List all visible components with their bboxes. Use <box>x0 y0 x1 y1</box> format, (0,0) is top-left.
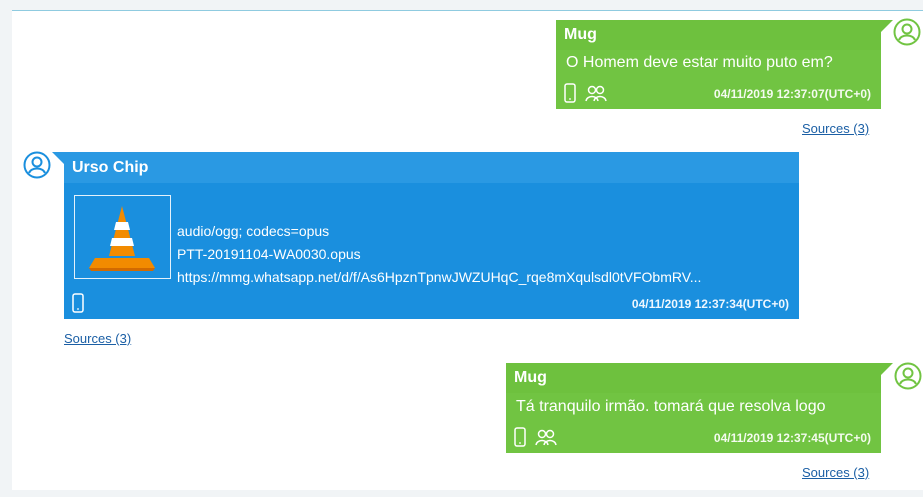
message-text: O Homem deve estar muito puto em? <box>566 54 833 71</box>
sources-link[interactable]: Sources (3) <box>64 331 131 346</box>
message-meta: 04/11/2019 12:37:07(UTC+0) <box>564 83 871 105</box>
message-bubble[interactable]: Mug O Homem deve estar muito puto em? 04… <box>556 20 881 109</box>
message-text: Tá tranquilo irmão. tomará que resolva l… <box>516 398 826 415</box>
phone-icon <box>514 427 526 447</box>
attachment-details: audio/ogg; codecs=opus PTT-20191104-WA00… <box>177 220 701 289</box>
phone-icon <box>72 293 84 313</box>
attachment-filename: PTT-20191104-WA0030.opus <box>177 246 361 262</box>
sender-name: Mug <box>506 363 881 393</box>
message-timestamp: 04/11/2019 12:37:45(UTC+0) <box>713 431 871 445</box>
bubble-tail <box>881 20 893 32</box>
vlc-cone-icon <box>89 206 155 271</box>
sender-name: Urso Chip <box>64 152 799 183</box>
phone-icon <box>564 83 576 103</box>
attachment-thumbnail[interactable] <box>74 195 171 279</box>
sources-link[interactable]: Sources (3) <box>802 465 869 480</box>
message-timestamp: 04/11/2019 12:37:07(UTC+0) <box>713 87 871 101</box>
attachment-mime: audio/ogg; codecs=opus <box>177 223 330 239</box>
message-bubble[interactable]: Mug Tá tranquilo irmão. tomará que resol… <box>506 363 881 453</box>
group-icon <box>535 429 557 446</box>
sender-name: Mug <box>556 20 881 50</box>
sources-link[interactable]: Sources (3) <box>802 121 869 136</box>
bubble-tail <box>52 152 64 164</box>
user-avatar-icon[interactable] <box>894 362 922 390</box>
message-timestamp: 04/11/2019 12:37:34(UTC+0) <box>631 297 789 311</box>
user-avatar-icon[interactable] <box>893 18 921 46</box>
attachment-url[interactable]: https://mmg.whatsapp.net/d/f/As6HpznTpnw… <box>177 266 701 289</box>
message-meta: 04/11/2019 12:37:34(UTC+0) <box>72 293 789 315</box>
bubble-tail <box>881 363 893 375</box>
group-icon <box>585 85 607 102</box>
user-avatar-icon[interactable] <box>23 151 51 179</box>
message-meta: 04/11/2019 12:37:45(UTC+0) <box>514 427 871 449</box>
